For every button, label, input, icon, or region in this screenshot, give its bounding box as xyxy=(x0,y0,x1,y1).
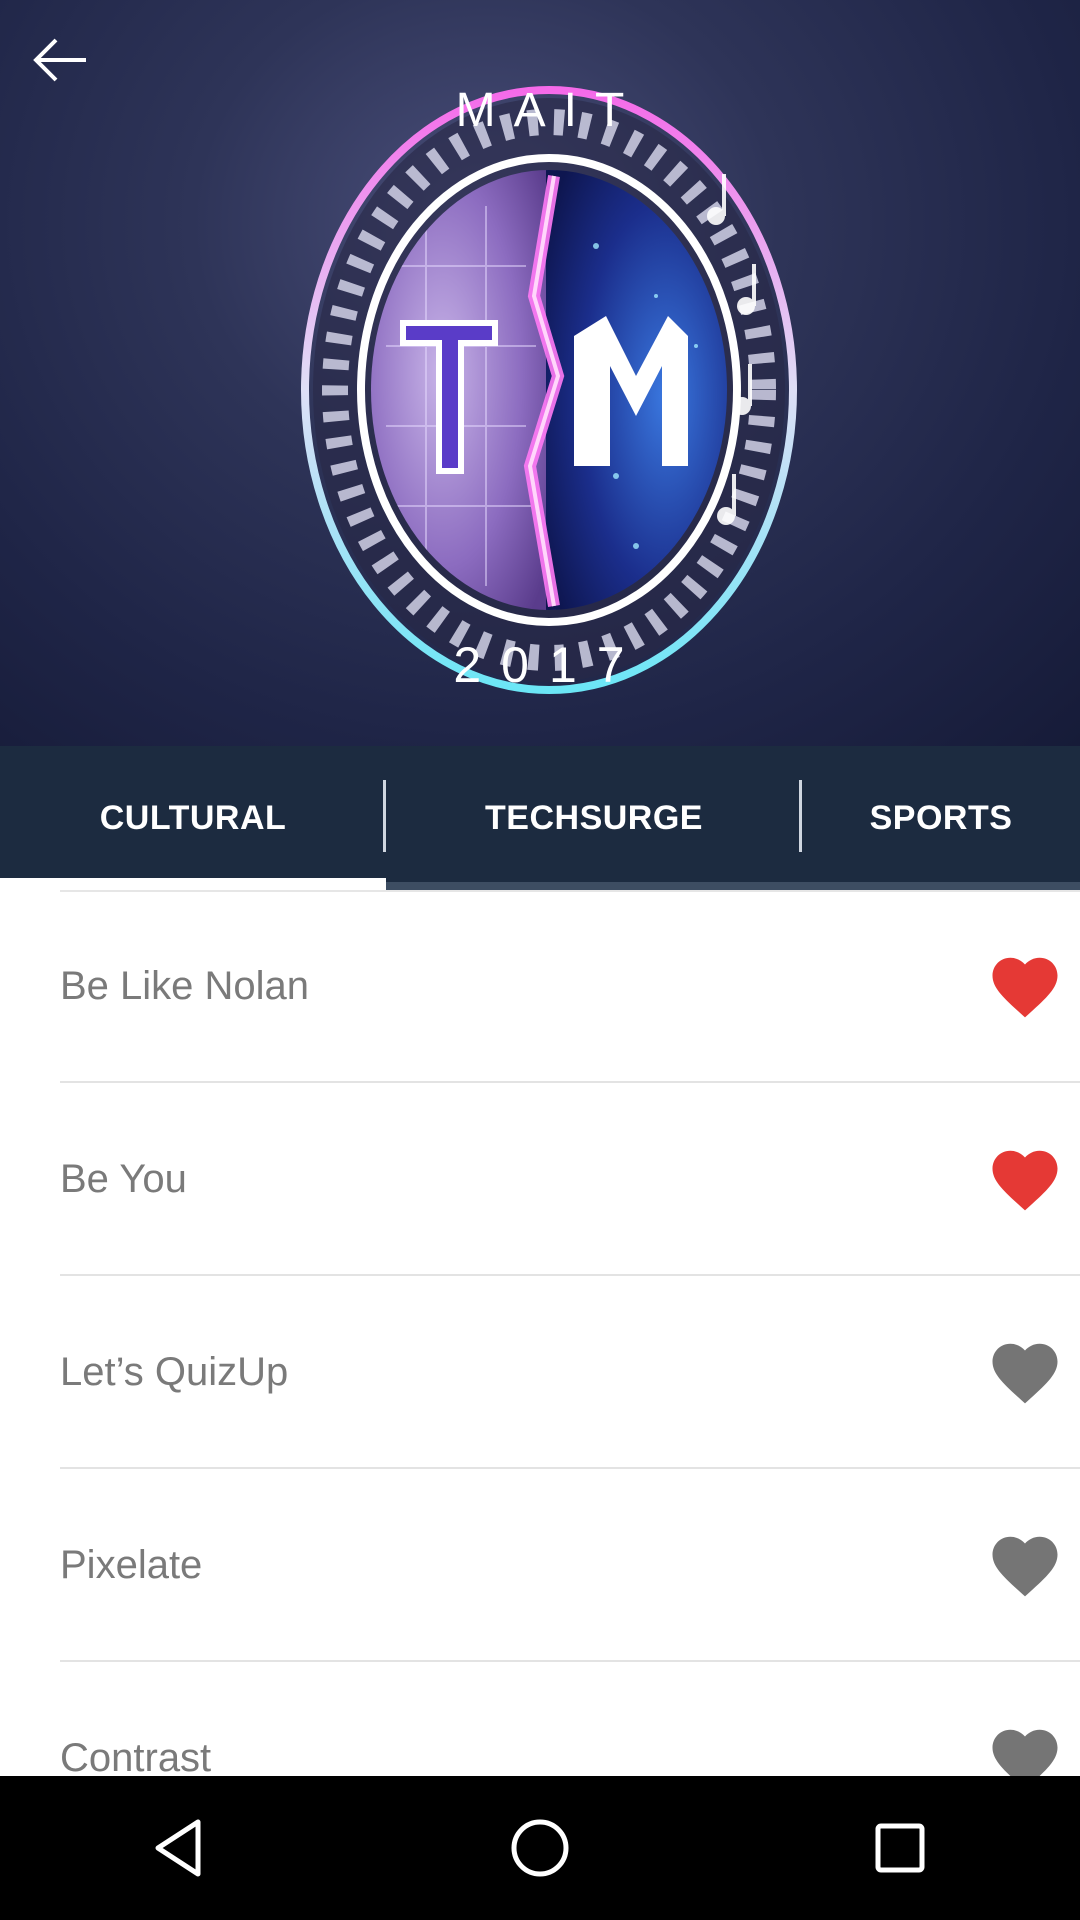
nav-home-icon xyxy=(511,1819,569,1877)
heart-icon[interactable] xyxy=(986,1334,1064,1412)
heart-icon[interactable] xyxy=(986,1720,1064,1777)
list-item[interactable]: Let’s QuizUp xyxy=(0,1276,1080,1469)
event-list[interactable]: Be Like Nolan Be You Let’s QuizUp Pixela… xyxy=(0,890,1080,1776)
arrow-left-icon xyxy=(33,38,86,82)
heart-icon[interactable] xyxy=(986,1527,1064,1605)
tab-cultural-label: CULTURAL xyxy=(99,798,287,837)
event-name: Be Like Nolan xyxy=(60,964,310,1008)
tab-techsurge-label: TECHSURGE xyxy=(485,798,703,837)
list-item[interactable]: Be Like Nolan xyxy=(0,890,1080,1083)
nav-home-button[interactable] xyxy=(480,1788,600,1908)
event-name: Contrast xyxy=(60,1736,212,1776)
event-name: Pixelate xyxy=(60,1543,203,1587)
logo-year-text: 2017 xyxy=(453,637,644,693)
event-logo: MAIT 2017 xyxy=(296,46,802,736)
nav-back-button[interactable] xyxy=(120,1788,240,1908)
heart-icon[interactable] xyxy=(986,1141,1064,1219)
event-name: Let’s QuizUp xyxy=(60,1350,289,1394)
tab-techsurge[interactable]: TECHSURGE xyxy=(386,746,802,890)
list-item[interactable]: Be You xyxy=(0,1083,1080,1276)
system-navigation-bar xyxy=(0,1776,1080,1920)
list-item[interactable]: Contrast xyxy=(0,1662,1080,1776)
nav-recents-button[interactable] xyxy=(840,1788,960,1908)
tab-sports[interactable]: SPORTS xyxy=(802,746,1080,890)
header-banner: MAIT 2017 xyxy=(0,0,1080,746)
category-tabs: CULTURAL TECHSURGE SPORTS xyxy=(0,746,1080,890)
logo-top-text: MAIT xyxy=(456,84,643,137)
back-button[interactable] xyxy=(20,20,100,100)
list-item[interactable]: Pixelate xyxy=(0,1469,1080,1662)
selected-tab-indicator xyxy=(0,878,386,890)
heart-icon[interactable] xyxy=(986,948,1064,1026)
tab-cultural[interactable]: CULTURAL xyxy=(0,746,386,890)
nav-recents-icon xyxy=(875,1823,925,1873)
event-name: Be You xyxy=(60,1157,187,1201)
tab-sports-label: SPORTS xyxy=(869,798,1013,837)
nav-back-icon xyxy=(155,1819,201,1877)
tab-bar-shadow xyxy=(386,882,1080,890)
